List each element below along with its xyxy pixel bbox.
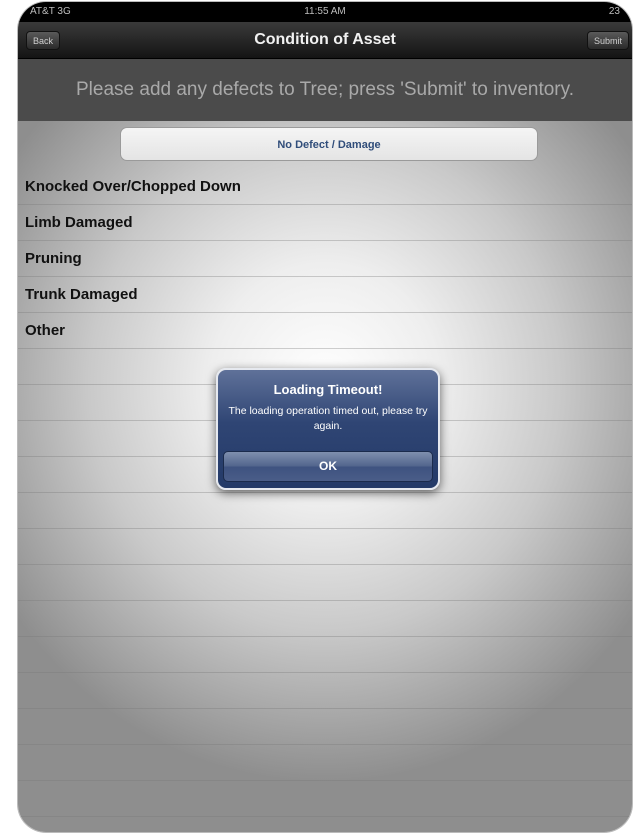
no-defect-button[interactable]: No Defect / Damage bbox=[120, 127, 538, 161]
empty-row bbox=[18, 529, 632, 565]
alert-message: The loading operation timed out, please … bbox=[228, 405, 428, 432]
submit-button[interactable]: Submit bbox=[586, 31, 629, 50]
defect-item-knocked-over[interactable]: Knocked Over/Chopped Down bbox=[18, 169, 632, 205]
defect-item-limb-damaged[interactable]: Limb Damaged bbox=[18, 205, 632, 241]
page-title: Condition of Asset bbox=[254, 31, 396, 48]
instruction-banner: Please add any defects to Tree; press 'S… bbox=[18, 59, 632, 121]
battery-level: 23 bbox=[608, 6, 620, 17]
status-time: 11:55 AM bbox=[304, 6, 346, 17]
empty-row bbox=[18, 745, 632, 781]
empty-row bbox=[18, 673, 632, 709]
defect-item-other[interactable]: Other bbox=[18, 313, 632, 349]
ipad-screen: AT&T 3G 11:55 AM 23 Back Condition of As… bbox=[18, 2, 632, 832]
defect-item-trunk-damaged[interactable]: Trunk Damaged bbox=[18, 277, 632, 313]
alert-title: Loading Timeout! bbox=[273, 382, 383, 397]
empty-row bbox=[18, 565, 632, 601]
empty-row bbox=[18, 637, 632, 673]
empty-row bbox=[18, 493, 632, 529]
defect-item-pruning[interactable]: Pruning bbox=[18, 241, 632, 277]
empty-row bbox=[18, 781, 632, 817]
empty-row bbox=[18, 601, 632, 637]
defect-list: Knocked Over/Chopped Down Limb Damaged P… bbox=[18, 169, 632, 817]
alert-ok-button[interactable]: OK bbox=[223, 451, 433, 482]
status-bar: AT&T 3G 11:55 AM 23 bbox=[18, 2, 632, 22]
loading-timeout-alert: Loading Timeout! The loading operation t… bbox=[216, 368, 440, 490]
empty-row bbox=[18, 709, 632, 745]
navigation-bar: Back Condition of Asset Submit bbox=[18, 22, 632, 59]
